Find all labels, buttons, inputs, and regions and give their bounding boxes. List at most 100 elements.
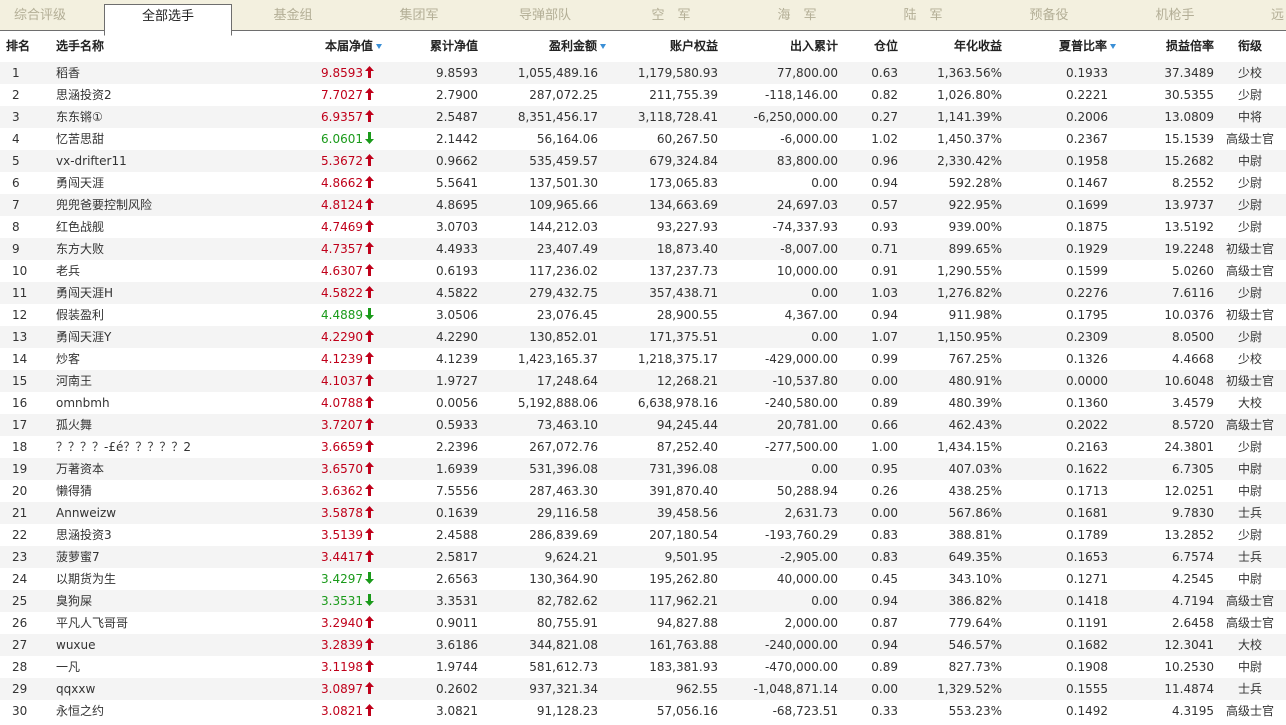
player-name-cell[interactable]: 平凡人飞哥哥 <box>56 612 256 634</box>
player-name-cell[interactable]: 万著资本 <box>56 458 256 480</box>
annual-return-cell: 546.57% <box>948 638 1002 652</box>
current-nav-cell: 4.1239 <box>262 348 374 370</box>
pl-ratio-cell: 13.5192 <box>1164 220 1214 234</box>
rank-cell: 16 <box>12 396 28 410</box>
tab-army[interactable]: 陆 军 <box>860 0 986 30</box>
player-name-cell[interactable]: wuxue <box>56 634 256 656</box>
current-nav-cell: 3.4297 <box>262 568 374 590</box>
pl-ratio-cell: 10.6048 <box>1164 374 1214 388</box>
player-name-cell[interactable]: 东方大败 <box>56 238 256 260</box>
arrow-up-icon <box>365 154 374 166</box>
player-name-cell[interactable]: 思涵投资2 <box>56 84 256 106</box>
arrow-up-icon <box>365 462 374 474</box>
player-name-cell[interactable]: 一凡 <box>56 656 256 678</box>
player-name-cell[interactable]: 勇闯天涯Y <box>56 326 256 348</box>
tab-reserve[interactable]: 预备役 <box>986 0 1112 30</box>
player-name-cell[interactable]: ？？？？-£é？？？？？2 <box>56 436 256 458</box>
net-flow-cell: -8,007.00 <box>780 242 838 256</box>
col-profit-header[interactable]: 盈利金额 <box>484 31 606 61</box>
cumulative-nav-cell: 4.2290 <box>436 330 478 344</box>
grade-cell: 高级士官 <box>1225 616 1274 630</box>
player-name-cell[interactable]: 老兵 <box>56 260 256 282</box>
grade-cell: 高级士官 <box>1225 704 1274 718</box>
tab-overall-rating[interactable]: 综合评级 <box>0 0 84 30</box>
table-row: 27 wuxue 3.2839 3.6186 344,821.08 161,763.88 -… <box>0 634 1286 656</box>
profit-cell: 29,116.58 <box>536 506 598 520</box>
player-name-cell[interactable]: 东东锵① <box>56 106 256 128</box>
player-name-cell[interactable]: 炒客 <box>56 348 256 370</box>
player-name-cell[interactable]: 兜兜爸要控制风险 <box>56 194 256 216</box>
tab-fund-group[interactable]: 基金组 <box>230 0 356 30</box>
col-position-header: 仓位 <box>844 31 898 61</box>
player-name-cell[interactable]: 河南王 <box>56 370 256 392</box>
equity-cell: 195,262.80 <box>649 572 718 586</box>
pl-ratio-cell: 5.0260 <box>1172 264 1214 278</box>
tab-machine-gunner[interactable]: 机枪手 <box>1112 0 1238 30</box>
player-name-cell[interactable]: 以期货为生 <box>56 568 256 590</box>
player-name-cell[interactable]: Annweizw <box>56 502 256 524</box>
player-name-cell[interactable]: 稻香 <box>56 62 256 84</box>
player-name-cell[interactable]: 红色战舰 <box>56 216 256 238</box>
equity-cell: 173,065.83 <box>649 176 718 190</box>
rank-cell: 2 <box>12 88 20 102</box>
player-name-cell[interactable]: 臭狗屎 <box>56 590 256 612</box>
position-cell: 0.57 <box>871 198 898 212</box>
position-cell: 0.91 <box>871 264 898 278</box>
net-flow-cell: 0.00 <box>811 330 838 344</box>
annual-return-cell: 899.65% <box>948 242 1002 256</box>
current-nav-cell: 3.0897 <box>262 678 374 700</box>
tab-more[interactable]: 远 <box>1238 0 1284 30</box>
player-name-cell[interactable]: 懒得猜 <box>56 480 256 502</box>
equity-cell: 93,227.93 <box>656 220 718 234</box>
equity-cell: 679,324.84 <box>649 154 718 168</box>
current-nav-value: 3.4297 <box>321 572 363 586</box>
player-name-cell[interactable]: 勇闯天涯H <box>56 282 256 304</box>
player-name-cell[interactable]: 孤火舞 <box>56 414 256 436</box>
rank-cell: 5 <box>12 154 20 168</box>
col-account-equity-label: 账户权益 <box>669 39 718 53</box>
col-sharpe-header[interactable]: 夏普比率 <box>1008 31 1116 61</box>
player-name-cell[interactable]: omnbmh <box>56 392 256 414</box>
grade-cell: 高级士官 <box>1225 264 1274 278</box>
current-nav-value: 4.0788 <box>321 396 363 410</box>
tab-group-army[interactable]: 集团军 <box>356 0 482 30</box>
sharpe-cell: 0.1622 <box>1066 462 1108 476</box>
grade-cell: 中尉 <box>1237 154 1262 168</box>
tab-air-force[interactable]: 空 军 <box>608 0 734 30</box>
player-name-cell[interactable]: 忆苦思甜 <box>56 128 256 150</box>
net-flow-cell: -470,000.00 <box>764 660 838 674</box>
current-nav-cell: 3.0821 <box>262 700 374 722</box>
grade-cell: 初级士官 <box>1225 374 1274 388</box>
cumulative-nav-cell: 0.9662 <box>436 154 478 168</box>
current-nav-value: 4.8662 <box>321 176 363 190</box>
net-flow-cell: -1,048,871.14 <box>753 682 839 696</box>
player-name-cell[interactable]: 菠萝蜜7 <box>56 546 256 568</box>
table-row: 29 qqxxw 3.0897 0.2602 937,321.34 962.55 -1,04… <box>0 678 1286 700</box>
table-row: 12 假装盈利 4.4889 3.0506 23,076.45 28,900.55 4,36… <box>0 304 1286 326</box>
cumulative-nav-cell: 3.0703 <box>436 220 478 234</box>
current-nav-value: 3.2940 <box>321 616 363 630</box>
player-name-cell[interactable]: 永恒之约 <box>56 700 256 722</box>
position-cell: 0.00 <box>871 682 898 696</box>
position-cell: 0.33 <box>871 704 898 718</box>
annual-return-cell: 592.28% <box>948 176 1002 190</box>
position-cell: 0.96 <box>871 154 898 168</box>
tab-navy[interactable]: 海 军 <box>734 0 860 30</box>
grade-cell: 初级士官 <box>1225 242 1274 256</box>
equity-cell: 6,638,978.16 <box>637 396 718 410</box>
position-cell: 0.82 <box>871 88 898 102</box>
player-name-cell[interactable]: qqxxw <box>56 678 256 700</box>
player-name-cell[interactable]: vx-drifter11 <box>56 150 256 172</box>
annual-return-cell: 1,290.55% <box>937 264 1002 278</box>
player-name-cell[interactable]: 勇闯天涯 <box>56 172 256 194</box>
col-current-nav-header[interactable]: 本届净值 <box>262 31 382 61</box>
player-name-cell[interactable]: 假装盈利 <box>56 304 256 326</box>
net-flow-cell: -10,537.80 <box>772 374 838 388</box>
sharpe-cell: 0.1360 <box>1066 396 1108 410</box>
player-name-cell[interactable]: 思涵投资3 <box>56 524 256 546</box>
profit-cell: 130,852.01 <box>529 330 598 344</box>
tab-missile-force[interactable]: 导弹部队 <box>482 0 608 30</box>
cumulative-nav-cell: 4.4933 <box>436 242 478 256</box>
pl-ratio-cell: 6.7305 <box>1172 462 1214 476</box>
cumulative-nav-cell: 2.2396 <box>436 440 478 454</box>
